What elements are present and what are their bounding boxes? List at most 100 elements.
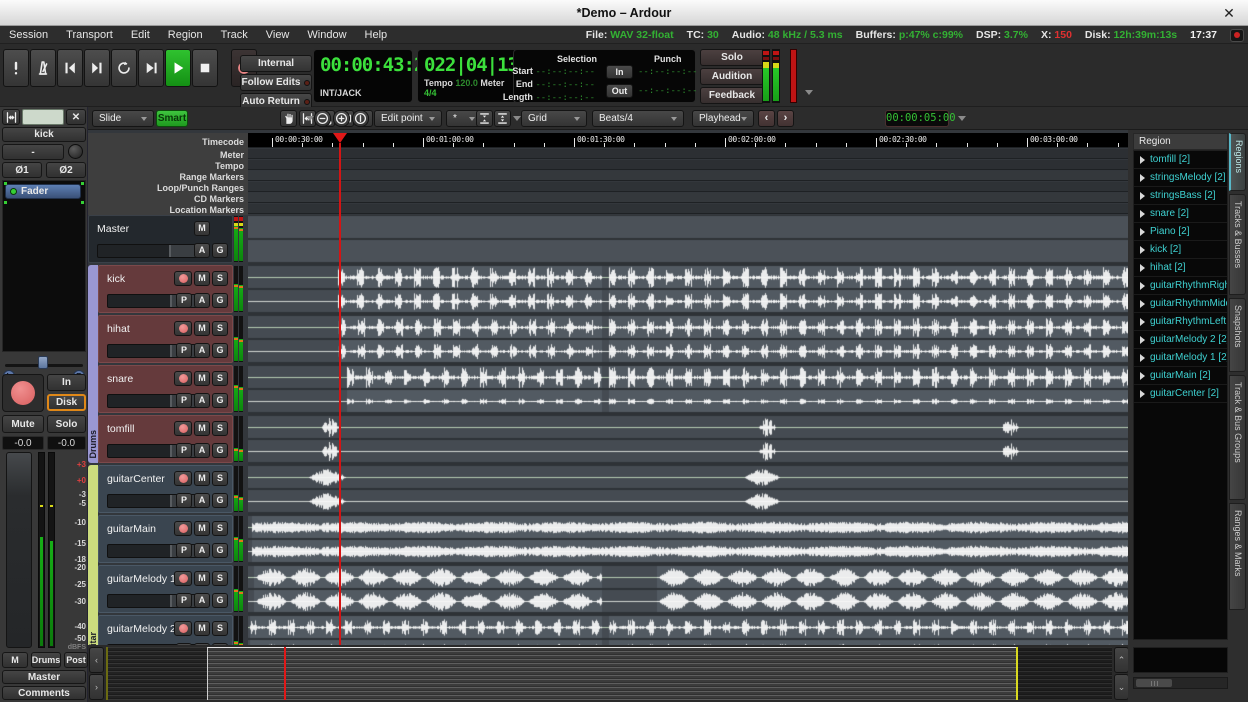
transport-play-button[interactable] — [165, 49, 191, 87]
master-strip-button[interactable]: Master — [2, 670, 86, 684]
track-group-button[interactable]: G — [212, 393, 228, 408]
region-row[interactable]: stringsMelody [2] — [1134, 169, 1227, 187]
menu-view[interactable]: View — [257, 29, 299, 41]
monitor-input-button[interactable]: In — [47, 374, 86, 391]
grid-unit-dropdown[interactable]: Beats/4 — [592, 110, 684, 127]
track-mute-button[interactable]: M — [194, 221, 210, 236]
gain-fader[interactable] — [6, 452, 32, 648]
region-expander-icon[interactable] — [1140, 336, 1145, 344]
nudge-forward-button[interactable]: › — [777, 110, 794, 127]
region-row[interactable]: snare [2] — [1134, 205, 1227, 223]
strip-tab-drums[interactable]: Drums — [31, 652, 61, 668]
track-mute-button[interactable]: M — [194, 271, 210, 286]
region-row[interactable]: hihat [2] — [1134, 259, 1227, 277]
shrink-tracks-button[interactable] — [476, 110, 493, 127]
track-header-guitarmelody-2[interactable]: guitarMelody 2MSPAG — [98, 615, 233, 645]
track-playlist-button[interactable]: P — [176, 293, 192, 308]
zoom-out-button[interactable] — [314, 110, 331, 127]
track-group-button[interactable]: G — [212, 343, 228, 358]
zoom-fit-button[interactable] — [352, 110, 369, 127]
toggle-follow-edits-button[interactable]: Follow Edits — [240, 74, 312, 91]
track-automation-button[interactable]: A — [194, 443, 210, 458]
menu-window[interactable]: Window — [298, 29, 355, 41]
track-automation-button[interactable]: A — [194, 543, 210, 558]
sidebar-tab-tracks-busses[interactable]: Tracks & Busses — [1229, 194, 1246, 295]
strip-output-button[interactable]: - — [2, 144, 64, 160]
track-header-kick[interactable]: kickMSPAG — [98, 265, 233, 313]
strip-tab-post[interactable]: Post — [64, 652, 88, 668]
zoom-overflow-chevron-icon[interactable] — [512, 116, 520, 121]
track-record-enable-button[interactable] — [174, 371, 192, 386]
track-playlist-button[interactable]: P — [176, 393, 192, 408]
track-group-button[interactable]: G — [212, 243, 228, 258]
track-playlist-button[interactable]: P — [176, 443, 192, 458]
region-expander-icon[interactable] — [1140, 246, 1145, 254]
primary-clock[interactable]: 00:00:43:25 INT/JACK — [313, 49, 413, 103]
group-strip-guitar[interactable]: Guitar — [88, 465, 98, 645]
track-record-enable-button[interactable] — [174, 521, 192, 536]
region-row[interactable]: guitarCenter [2] — [1134, 385, 1227, 403]
track-playlist-button[interactable]: P — [176, 493, 192, 508]
track-record-enable-button[interactable] — [174, 271, 192, 286]
track-group-button[interactable]: G — [212, 493, 228, 508]
track-playlist-button[interactable]: P — [176, 543, 192, 558]
strip-mute-button[interactable]: Mute — [2, 415, 44, 433]
summary-view-rectangle[interactable] — [207, 647, 1016, 700]
track-solo-button[interactable]: S — [212, 271, 228, 286]
grid-mode-dropdown[interactable]: Grid — [521, 110, 587, 127]
track-mute-button[interactable]: M — [194, 321, 210, 336]
strip-hide-button[interactable]: ✕ — [66, 109, 86, 125]
track-solo-button[interactable]: S — [212, 521, 228, 536]
ruler-row-cd-markers[interactable] — [248, 193, 1128, 203]
region-row[interactable]: guitarMain [2] — [1134, 367, 1227, 385]
group-strip-drums[interactable]: Drums — [88, 265, 98, 463]
menu-help[interactable]: Help — [356, 29, 397, 41]
region-row[interactable]: guitarRhythmRight [2] — [1134, 277, 1227, 295]
transport-loop-button[interactable] — [111, 49, 137, 87]
track-mute-button[interactable]: M — [194, 521, 210, 536]
strip-name-entry[interactable] — [22, 109, 64, 125]
transport-metronome-button[interactable] — [30, 49, 56, 87]
ruler-row-meter[interactable] — [248, 149, 1128, 159]
track-automation-button[interactable]: A — [194, 343, 210, 358]
region-expander-icon[interactable] — [1140, 264, 1145, 272]
region-list-hscrollbar[interactable] — [1133, 677, 1228, 689]
record-indicator-icon[interactable] — [1230, 29, 1244, 42]
edit-mode-dropdown[interactable]: Slide — [92, 110, 154, 127]
track-record-enable-button[interactable] — [174, 471, 192, 486]
track-mute-button[interactable]: M — [194, 421, 210, 436]
transport-stop-button[interactable] — [192, 49, 218, 87]
region-row[interactable]: kick [2] — [1134, 241, 1227, 259]
track-solo-button[interactable]: S — [212, 421, 228, 436]
track-header-snare[interactable]: snareMSPAG — [98, 365, 233, 413]
track-mute-button[interactable]: M — [194, 571, 210, 586]
gain-display[interactable]: -0.0 — [2, 436, 44, 450]
track-playlist-button[interactable]: P — [176, 343, 192, 358]
track-mute-button[interactable]: M — [194, 621, 210, 636]
region-expander-icon[interactable] — [1140, 354, 1145, 362]
track-automation-button[interactable]: A — [194, 393, 210, 408]
toggle-internal-button[interactable]: Internal — [240, 55, 312, 72]
menu-edit[interactable]: Edit — [122, 29, 159, 41]
playhead-marker[interactable] — [333, 133, 347, 143]
sidebar-tab-track-bus-groups[interactable]: Track & Bus Groups — [1229, 375, 1246, 500]
processor-fader-row[interactable]: Fader — [5, 184, 81, 199]
ruler-row-location-markers[interactable] — [248, 204, 1128, 214]
phase-1-button[interactable]: Ø1 — [2, 162, 42, 178]
region-row[interactable]: Piano [2] — [1134, 223, 1227, 241]
track-solo-button[interactable]: S — [212, 571, 228, 586]
comments-button[interactable]: Comments — [2, 686, 86, 700]
track-header-guitarmain[interactable]: guitarMainMSPAG — [98, 515, 233, 563]
region-row[interactable]: guitarRhythmLeft [2] — [1134, 313, 1227, 331]
audition-button[interactable]: Audition — [700, 68, 764, 85]
track-group-button[interactable]: G — [212, 293, 228, 308]
summary-zoom-out-button[interactable]: ⌄ — [1114, 674, 1129, 700]
track-header-hihat[interactable]: hihatMSPAG — [98, 315, 233, 363]
nudge-clock[interactable]: 00:00:05:00 — [885, 110, 949, 127]
track-header-guitarmelody-1[interactable]: guitarMelody 1MSPAG — [98, 565, 233, 613]
region-expander-icon[interactable] — [1140, 390, 1145, 398]
processor-box[interactable]: Fader — [2, 180, 86, 352]
summary-scroll-left-button[interactable]: ‹ — [89, 647, 104, 673]
region-row[interactable]: stringsBass [2] — [1134, 187, 1227, 205]
region-row[interactable]: tomfill [2] — [1134, 151, 1227, 169]
